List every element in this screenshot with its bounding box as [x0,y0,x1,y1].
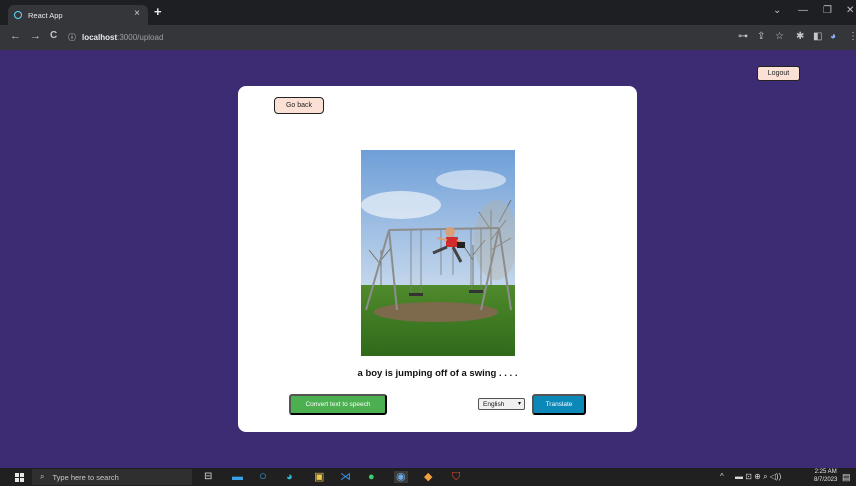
translate-button[interactable]: Translate [532,394,586,415]
side-panel-icon[interactable]: ◧ [813,31,822,42]
tray-icons[interactable]: ▬ ⊡ ⊕ ⌕ ◁)) [735,472,781,482]
chrome-active-icon[interactable]: ◉ [394,471,408,483]
notification-center-icon[interactable]: ▤ [842,472,851,483]
taskbar-search-placeholder: Type here to search [52,472,119,482]
password-key-icon[interactable]: ⊶ [738,31,748,42]
task-view-icon[interactable]: ⊟ [204,471,212,483]
windows-taskbar: ⌕ Type here to search ⊟ ▬ ○ ◕ ▣ ⋊ ● ◉ ◆ … [0,468,856,486]
share-icon[interactable]: ⇪ [757,31,765,42]
git-icon[interactable]: ◆ [424,471,432,483]
tab-search-icon[interactable]: ⌄ [773,5,781,16]
clock-time: 2:25 AM [814,469,837,475]
close-window-icon[interactable]: ✕ [846,5,854,16]
convert-text-to-speech-button[interactable]: Convert text to speech [289,394,387,415]
browser-toolbar: ← → C ⓘ localhost :3000/upload ⊶ ⇪ ☆ ✱ ◧… [0,25,856,50]
tab-close-icon[interactable]: × [134,8,140,19]
store-icon[interactable]: ▣ [314,471,324,483]
extensions-icon[interactable]: ✱ [796,31,804,42]
file-explorer-icon[interactable]: ▬ [232,471,243,483]
bookmark-star-icon[interactable]: ☆ [775,31,784,42]
browser-tab-strip: React App × + ⌄ — ❐ ✕ [0,0,856,25]
brave-icon[interactable]: ⛉ [452,471,460,483]
swing-photo-image [361,150,515,356]
logout-button[interactable]: Logout [757,66,800,81]
caption-text: a boy is jumping off of a swing . . . . [357,368,518,379]
minimize-icon[interactable]: — [798,5,808,16]
react-favicon-icon [14,11,22,19]
cortana-icon[interactable]: ○ [259,469,267,482]
taskbar-search-box[interactable]: ⌕ Type here to search [32,469,192,485]
tray-overflow-icon[interactable]: ^ [720,472,724,481]
uploaded-photo [361,150,515,356]
upload-card: Go back a boy is jumping off of a swing … [238,86,637,432]
tab-title: React App [28,10,63,20]
chevron-down-icon: ▾ [517,401,521,407]
back-icon[interactable]: ← [10,30,21,42]
maximize-icon[interactable]: ❐ [823,5,832,16]
reload-icon[interactable]: C [50,30,57,41]
go-back-button[interactable]: Go back [274,97,324,114]
browser-tab[interactable]: React App × [8,5,148,25]
address-path: :3000/upload [117,33,164,42]
taskbar-clock[interactable]: 2:25 AM 8/7/2023 [814,469,837,484]
profile-avatar-icon[interactable]: ◕ [830,31,836,42]
app-page: Logout Go back a boy is jumping off of a… [0,50,856,468]
language-select[interactable]: English ▾ [478,398,525,410]
address-bar[interactable]: ⓘ localhost :3000/upload [68,29,723,46]
menu-icon[interactable]: ⋮ [848,31,856,42]
language-select-value: English [483,400,505,408]
site-info-icon[interactable]: ⓘ [68,32,76,43]
forward-icon[interactable]: → [30,30,41,42]
spotify-icon[interactable]: ● [368,471,375,483]
vscode-icon[interactable]: ⋊ [340,471,351,483]
address-host: localhost [82,33,118,42]
new-tab-button[interactable]: + [154,4,162,19]
windows-start-icon[interactable] [15,473,24,482]
search-icon: ⌕ [40,472,45,481]
edge-icon[interactable]: ◕ [286,471,293,483]
clock-date: 8/7/2023 [814,476,838,483]
